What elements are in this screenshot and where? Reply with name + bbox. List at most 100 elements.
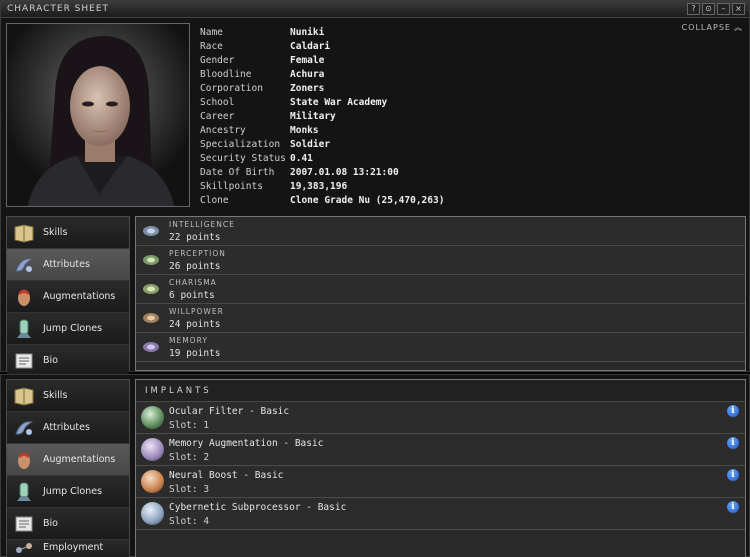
sidebar-item-attributes[interactable]: Attributes [7,412,129,444]
jump-clone-icon [11,317,37,341]
info-label: School [200,97,235,108]
character-sheet-lower-window: Skills Attributes Augmentations Jump Clo… [0,374,750,557]
attribute-row-charisma[interactable]: CHARISMA 6 points [136,275,745,304]
implant-name: Memory Augmentation - Basic [169,438,324,449]
attribute-value: 24 points [169,319,221,330]
augmentation-head-icon [11,285,37,309]
info-row-school: School State War Academy [200,96,444,110]
sidebar-item-skills[interactable]: Skills [7,217,129,249]
info-value: Achura [290,69,325,80]
attributes-icon [11,253,37,277]
sidebar-item-label: Attributes [43,259,90,270]
options-button[interactable]: ⊙ [702,3,715,15]
implant-row[interactable]: Ocular Filter - Basic Slot: 1 i [136,402,745,434]
corporation-link[interactable]: Zoners [290,82,324,96]
show-info-icon[interactable]: i [727,405,739,417]
sidebar-item-jump-clones[interactable]: Jump Clones [7,313,129,345]
implant-slot: Slot: 1 [169,420,210,431]
info-row-race: Race Caldari [200,40,444,54]
info-row-skillpoints: Skillpoints 19,383,196 [200,180,444,194]
implant-row[interactable]: Memory Augmentation - Basic Slot: 2 i [136,434,745,466]
implant-head-icon [141,502,164,525]
sidebar-item-employment[interactable]: Employment [7,540,129,557]
sidebar-item-jump-clones[interactable]: Jump Clones [7,476,129,508]
close-button[interactable]: × [732,3,745,15]
show-info-icon[interactable]: i [727,501,739,513]
charisma-icon [143,284,159,294]
window-controls: ? ⊙ – × [687,3,745,15]
sidebar-item-label: Jump Clones [43,486,103,497]
willpower-icon [143,313,159,323]
info-value: Female [290,55,325,66]
implant-head-icon [141,470,164,493]
info-row-date-of-birth: Date Of Birth 2007.01.08 13:21:00 [200,166,444,180]
sidebar-item-label: Skills [43,227,68,238]
book-icon [11,221,37,245]
minimize-button[interactable]: – [717,3,730,15]
sidebar-item-augmentations[interactable]: Augmentations [7,281,129,313]
info-label: Skillpoints [200,181,263,192]
bio-document-icon [11,349,37,373]
character-sheet-window: CHARACTER SHEET ? ⊙ – × COLLAPSE ︽ Name … [0,0,750,377]
perception-icon [143,255,159,265]
window-title: CHARACTER SHEET [7,4,110,14]
attribute-row-perception[interactable]: PERCEPTION 26 points [136,246,745,275]
implant-name: Cybernetic Subprocessor - Basic [169,502,347,513]
sidebar-item-label: Jump Clones [43,323,103,334]
info-value: Soldier [290,139,331,150]
attribute-name: WILLPOWER [169,307,224,316]
sidebar-item-label: Skills [43,390,68,401]
info-row-security-status: Security Status 0.41 [200,152,444,166]
intelligence-icon [143,226,159,236]
implant-name: Neural Boost - Basic [169,470,284,481]
info-label: Gender [200,55,235,66]
sidebar-item-label: Employment [43,542,104,553]
info-value: Caldari [290,41,331,52]
sidebar-nav-bottom: Skills Attributes Augmentations Jump Clo… [6,379,130,557]
sidebar-item-augmentations[interactable]: Augmentations [7,444,129,476]
implant-head-icon [141,406,164,429]
collapse-label: COLLAPSE [681,23,731,32]
info-label: Security Status [200,153,286,164]
sidebar-item-label: Bio [43,518,58,529]
attribute-value: 19 points [169,348,221,359]
info-value: 2007.01.08 13:21:00 [290,167,399,178]
info-label: Career [200,111,235,122]
sidebar-item-bio[interactable]: Bio [7,345,129,377]
sidebar-item-bio[interactable]: Bio [7,508,129,540]
character-portrait[interactable] [6,23,190,207]
sidebar-item-attributes[interactable]: Attributes [7,249,129,281]
collapse-button[interactable]: COLLAPSE ︽ [682,22,743,33]
show-info-icon[interactable]: i [727,469,739,481]
implant-row[interactable]: Cybernetic Subprocessor - Basic Slot: 4 … [136,498,745,530]
implant-slot: Slot: 2 [169,452,210,463]
sidebar-item-label: Bio [43,355,58,366]
info-row-specialization: Specialization Soldier [200,138,444,152]
attribute-name: MEMORY [169,336,208,345]
character-info-table: Name Nuniki Race Caldari Gender Female B… [200,26,444,208]
attribute-row-memory[interactable]: MEMORY 19 points [136,333,745,362]
title-bar[interactable]: CHARACTER SHEET ? ⊙ – × [1,1,749,18]
info-label: Date Of Birth [200,167,275,178]
attributes-panel: INTELLIGENCE 22 points PERCEPTION 26 poi… [135,216,746,371]
implants-panel: IMPLANTS Ocular Filter - Basic Slot: 1 i… [135,379,746,557]
implant-row[interactable]: Neural Boost - Basic Slot: 3 i [136,466,745,498]
attributes-icon [11,416,37,440]
info-label: Race [200,41,223,52]
attribute-name: PERCEPTION [169,249,226,258]
info-label: Ancestry [200,125,246,136]
info-label: Specialization [200,139,281,150]
show-info-icon[interactable]: i [727,437,739,449]
info-label: Bloodline [200,69,252,80]
sidebar-item-label: Attributes [43,422,90,433]
info-label: Clone [200,195,229,206]
info-row-corporation: Corporation Zoners [200,82,444,96]
info-row-bloodline: Bloodline Achura [200,68,444,82]
attribute-row-intelligence[interactable]: INTELLIGENCE 22 points [136,217,745,246]
info-value: Military [290,111,336,122]
sidebar-item-skills[interactable]: Skills [7,380,129,412]
info-label: Name [200,27,223,38]
attribute-row-willpower[interactable]: WILLPOWER 24 points [136,304,745,333]
implant-slot: Slot: 3 [169,484,210,495]
help-button[interactable]: ? [687,3,700,15]
